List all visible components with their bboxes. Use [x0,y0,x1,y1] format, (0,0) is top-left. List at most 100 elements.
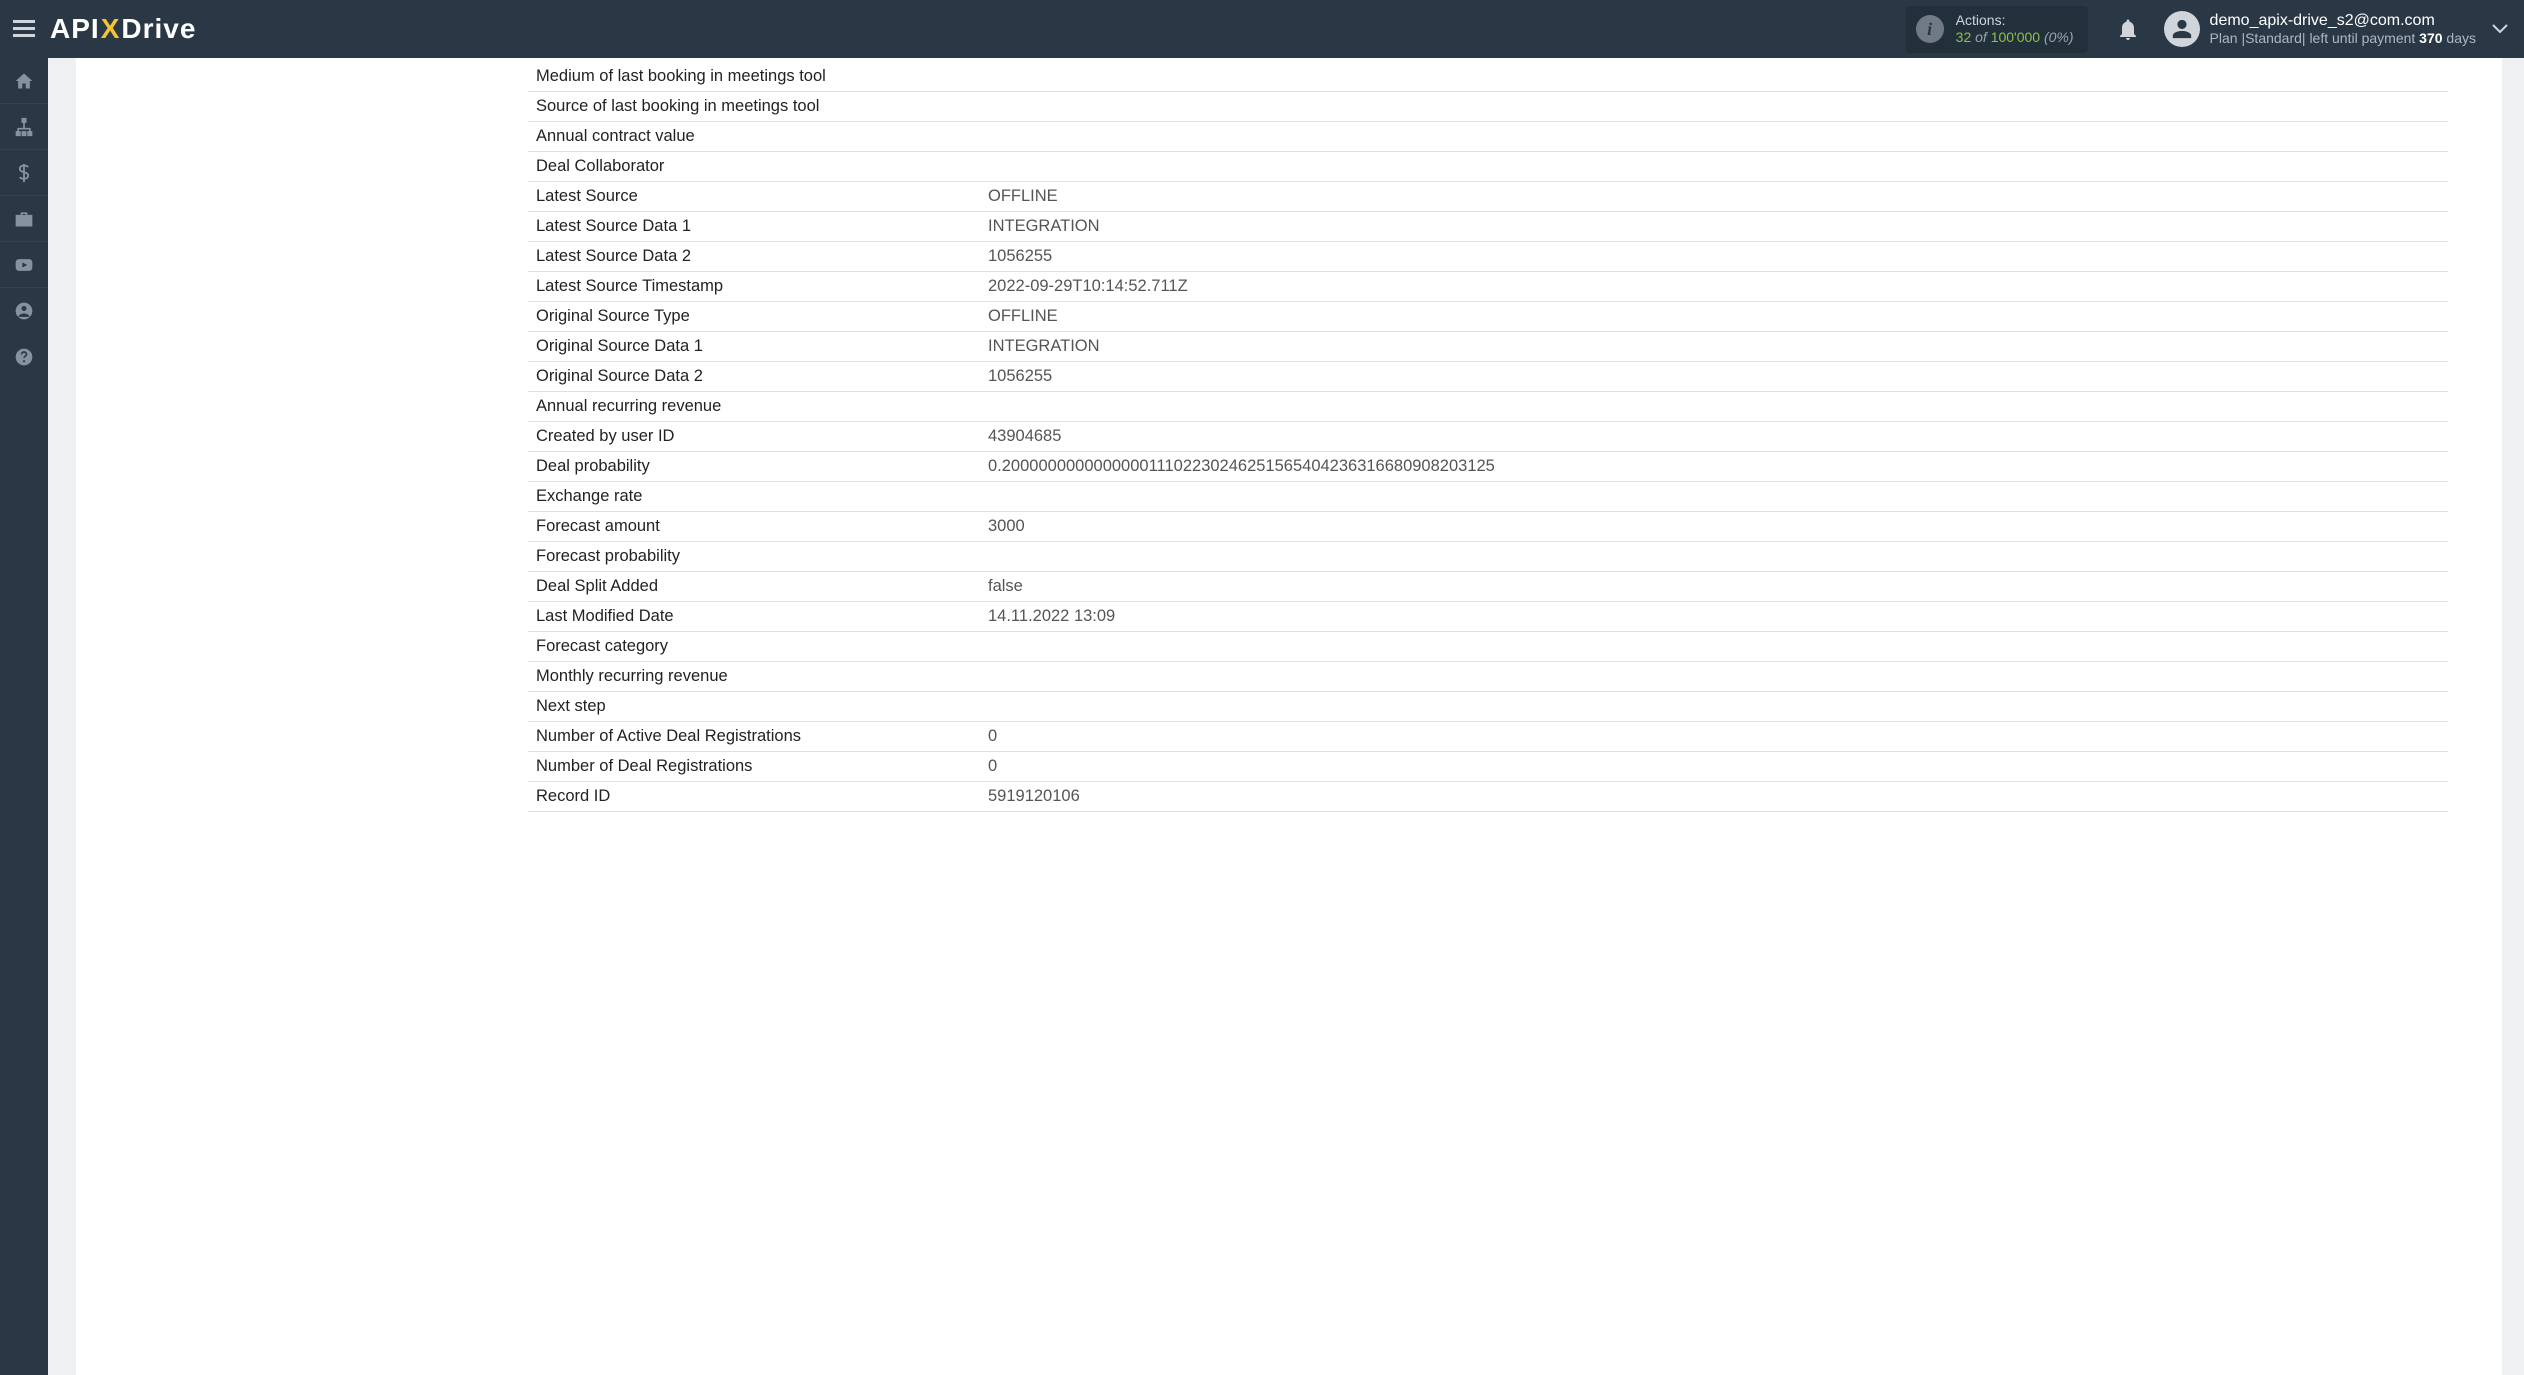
user-circle-icon [14,301,34,321]
field-label: Monthly recurring revenue [528,662,978,691]
field-value: OFFLINE [978,302,2448,331]
user-avatar[interactable] [2164,11,2200,47]
field-row: Deal Split Addedfalse [528,572,2448,602]
field-row: Exchange rate [528,482,2448,512]
field-label: Created by user ID [528,422,978,451]
nav-billing[interactable] [0,150,48,196]
field-value [978,632,2448,661]
bell-icon [2118,18,2138,40]
actions-of: of [1975,29,1987,45]
field-value [978,692,2448,721]
user-plan: Plan |Standard| left until payment 370 d… [2210,30,2476,46]
logo[interactable]: APIXDrive [50,13,196,45]
field-row: Latest Source Data 1INTEGRATION [528,212,2448,242]
logo-text-post: Drive [121,13,196,45]
actions-text: Actions: 32 of 100'000 (0%) [1956,12,2074,47]
nav-home[interactable] [0,58,48,104]
actions-pct: (0%) [2044,29,2074,45]
notifications-button[interactable] [2108,18,2148,40]
field-label: Deal Collaborator [528,152,978,181]
field-row: Deal Collaborator [528,152,2448,182]
info-icon: i [1916,15,1944,43]
nav-video[interactable] [0,242,48,288]
field-value: 1056255 [978,362,2448,391]
actions-counter[interactable]: i Actions: 32 of 100'000 (0%) [1906,6,2088,53]
field-row: Created by user ID43904685 [528,422,2448,452]
field-row: Forecast probability [528,542,2448,572]
field-value [978,392,2448,421]
field-label: Forecast category [528,632,978,661]
field-value: 2022-09-29T10:14:52.711Z [978,272,2448,301]
user-icon [2171,18,2193,40]
field-row: Number of Deal Registrations0 [528,752,2448,782]
field-row: Deal probability0.2000000000000000111022… [528,452,2448,482]
user-menu-toggle[interactable] [2476,0,2524,58]
dollar-icon [14,163,34,183]
field-row: Record ID5919120106 [528,782,2448,812]
field-value: 43904685 [978,422,2448,451]
nav-account[interactable] [0,288,48,334]
field-row: Original Source Data 21056255 [528,362,2448,392]
field-label: Latest Source [528,182,978,211]
content-panel: Medium of last booking in meetings toolS… [76,58,2502,1375]
sidenav [0,58,48,1375]
nav-work[interactable] [0,196,48,242]
field-label: Medium of last booking in meetings tool [528,62,978,91]
field-value: 0.20000000000000001110223024625156540423… [978,452,2448,481]
page: Medium of last booking in meetings toolS… [48,58,2524,1375]
actions-max: 100'000 [1991,29,2040,45]
field-row: Last Modified Date14.11.2022 13:09 [528,602,2448,632]
field-value [978,662,2448,691]
nav-help[interactable] [0,334,48,380]
logo-text-pre: API [50,13,100,45]
field-value: 0 [978,752,2448,781]
field-row: Annual recurring revenue [528,392,2448,422]
field-row: Forecast amount3000 [528,512,2448,542]
field-value [978,482,2448,511]
sitemap-icon [14,117,34,137]
field-label: Record ID [528,782,978,811]
field-value [978,152,2448,181]
field-label: Latest Source Data 1 [528,212,978,241]
user-info[interactable]: demo_apix-drive_s2@com.com Plan |Standar… [2210,12,2476,46]
field-row: Next step [528,692,2448,722]
field-label: Next step [528,692,978,721]
field-label: Annual contract value [528,122,978,151]
field-value: 0 [978,722,2448,751]
youtube-icon [14,255,34,275]
field-label: Number of Deal Registrations [528,752,978,781]
field-label: Last Modified Date [528,602,978,631]
field-value [978,62,2448,91]
field-label: Latest Source Timestamp [528,272,978,301]
field-row: Annual contract value [528,122,2448,152]
field-value: INTEGRATION [978,212,2448,241]
field-value: 14.11.2022 13:09 [978,602,2448,631]
field-value: 5919120106 [978,782,2448,811]
topbar: APIXDrive i Actions: 32 of 100'000 (0%) … [0,0,2524,58]
field-label: Annual recurring revenue [528,392,978,421]
field-label: Deal probability [528,452,978,481]
actions-count: 32 [1956,29,1972,45]
nav-connections[interactable] [0,104,48,150]
field-label: Original Source Type [528,302,978,331]
field-row: Original Source Data 1INTEGRATION [528,332,2448,362]
field-label: Exchange rate [528,482,978,511]
hamburger-icon [13,20,35,38]
field-row: Medium of last booking in meetings tool [528,62,2448,92]
field-label: Forecast probability [528,542,978,571]
field-label: Forecast amount [528,512,978,541]
user-email: demo_apix-drive_s2@com.com [2210,12,2476,30]
chevron-down-icon [2492,24,2508,34]
field-label: Original Source Data 1 [528,332,978,361]
field-value: false [978,572,2448,601]
field-label: Deal Split Added [528,572,978,601]
field-label: Source of last booking in meetings tool [528,92,978,121]
actions-label: Actions: [1956,12,2074,30]
briefcase-icon [14,209,34,229]
menu-toggle[interactable] [0,0,48,58]
field-label: Original Source Data 2 [528,362,978,391]
home-icon [14,71,34,91]
field-row: Source of last booking in meetings tool [528,92,2448,122]
field-value: 3000 [978,512,2448,541]
field-row: Forecast category [528,632,2448,662]
